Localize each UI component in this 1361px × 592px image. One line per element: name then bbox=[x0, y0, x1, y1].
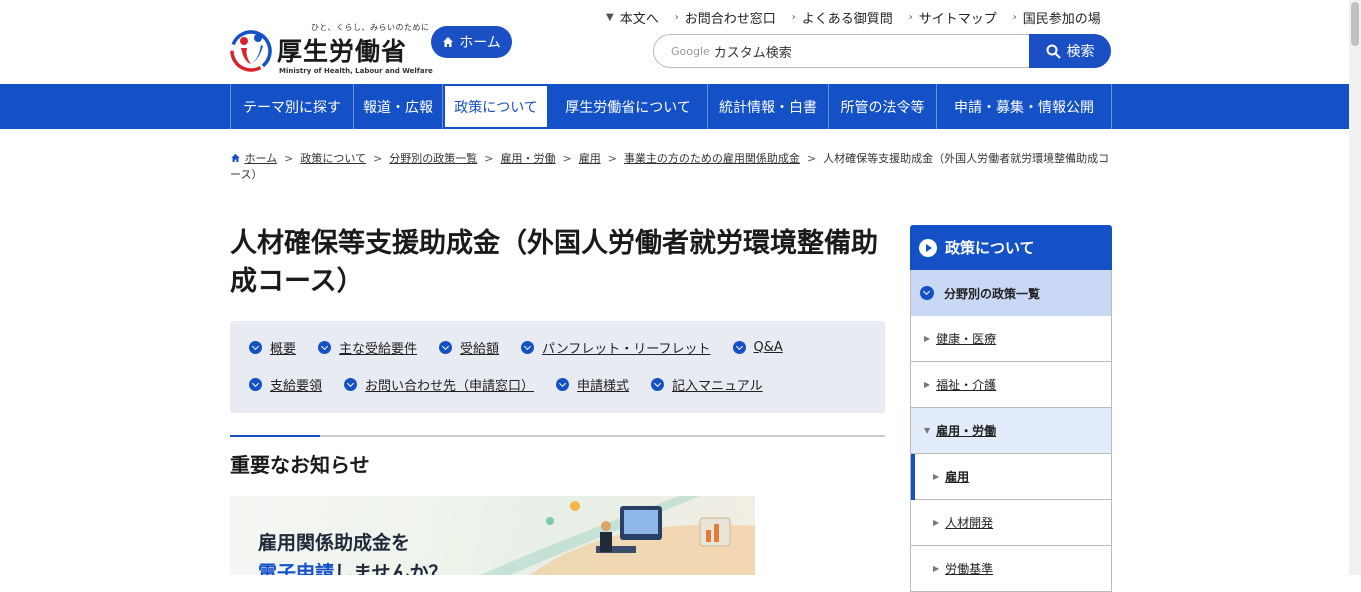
util-link-faq[interactable]: › よくある御質問 bbox=[786, 8, 893, 27]
site-logo[interactable]: ひと、くらし、みらいのために 厚生労働省 Ministry of Health,… bbox=[229, 22, 433, 77]
side-nav: 政策について 分野別の政策一覧 ▶ 健康・医療 ▶ 福祉・介護 ▼ 雇用・労働 ▶ 雇用… bbox=[910, 225, 1112, 592]
gnav-application[interactable]: 申請・募集・情報公開 bbox=[937, 84, 1112, 129]
google-label: Google bbox=[671, 44, 710, 58]
page-anchor-links: 概要 主な受給要件 受給額 パンフレット・リーフレット Q&A 支給要領 お問い… bbox=[230, 321, 885, 413]
triangle-right-icon: ▶ bbox=[933, 564, 940, 573]
triangle-right-icon: ▶ bbox=[933, 472, 940, 481]
gnav-statistics[interactable]: 統計情報・白書 bbox=[708, 84, 829, 129]
anchor-manual[interactable]: 記入マニュアル bbox=[651, 375, 763, 394]
chevron-down-icon bbox=[521, 341, 535, 354]
chevron-down-icon bbox=[920, 286, 934, 300]
triangle-right-icon: ▶ bbox=[924, 380, 931, 389]
chevron-down-icon bbox=[651, 378, 665, 391]
chevron-down-icon bbox=[344, 378, 358, 391]
search-input[interactable]: Google カスタム検索 bbox=[653, 34, 1033, 68]
gnav-theme[interactable]: テーマ別に探す bbox=[231, 84, 354, 129]
chevron-right-icon: › bbox=[908, 11, 913, 23]
chevron-right-icon: › bbox=[791, 11, 796, 23]
logo-name: 厚生労働省 bbox=[277, 37, 408, 66]
breadcrumb: ホーム > 政策について > 分野別の政策一覧 > 雇用・労働 > 雇用 > 事業主の方のための雇用… bbox=[230, 152, 1110, 181]
side-nav-item-health[interactable]: ▶ 健康・医療 bbox=[910, 316, 1112, 362]
anchor-guidelines[interactable]: 支給要領 bbox=[249, 375, 322, 394]
anchor-pamphlet[interactable]: パンフレット・リーフレット bbox=[521, 338, 711, 357]
triangle-right-icon: ▶ bbox=[924, 334, 931, 343]
breadcrumb-link-subsidies[interactable]: 事業主の方のための雇用関係助成金 bbox=[624, 152, 800, 165]
breadcrumb-link-employment-labour[interactable]: 雇用・労働 bbox=[501, 152, 556, 165]
chevron-down-icon bbox=[318, 341, 332, 354]
chevron-down-icon bbox=[732, 341, 746, 354]
page-title: 人材確保等支援助成金（外国人労働者就労環境整備助成コース） bbox=[230, 228, 878, 297]
anchor-overview[interactable]: 概要 bbox=[249, 338, 296, 357]
util-link-main-content[interactable]: ▼ 本文へ bbox=[600, 8, 659, 27]
side-nav-child-hr-development[interactable]: ▶ 人材開発 bbox=[910, 500, 1112, 546]
logo-name-en: Ministry of Health, Labour and Welfare bbox=[279, 67, 433, 75]
breadcrumb-link-employment[interactable]: 雇用 bbox=[579, 152, 601, 165]
anchor-requirements[interactable]: 主な受給要件 bbox=[318, 338, 417, 357]
section-divider bbox=[230, 435, 885, 437]
breadcrumb-link-fields[interactable]: 分野別の政策一覧 bbox=[389, 152, 477, 165]
banner-text: 雇用関係助成金を 電子申請しませんか？ bbox=[258, 532, 448, 575]
chevron-right-icon: › bbox=[674, 11, 679, 23]
home-button[interactable]: ホーム bbox=[431, 26, 512, 58]
home-icon bbox=[231, 153, 240, 163]
e-application-banner[interactable]: 雇用関係助成金を 電子申請しませんか？ bbox=[230, 496, 755, 575]
chevron-down-icon bbox=[439, 341, 453, 354]
triangle-down-icon: ▼ bbox=[924, 426, 931, 435]
search-button[interactable]: 検索 bbox=[1029, 34, 1111, 68]
util-link-contact[interactable]: › お問合わせ窓口 bbox=[669, 8, 776, 27]
chevron-down-icon: ▼ bbox=[606, 11, 614, 23]
search-button-label: 検索 bbox=[1066, 44, 1095, 60]
page-scrollbar[interactable] bbox=[1349, 0, 1361, 575]
gnav-laws[interactable]: 所管の法令等 bbox=[829, 84, 937, 129]
side-nav-item-welfare[interactable]: ▶ 福祉・介護 bbox=[910, 362, 1112, 408]
triangle-right-icon: ▶ bbox=[933, 518, 940, 527]
side-nav-child-employment[interactable]: ▶ 雇用 bbox=[910, 454, 1112, 500]
chevron-down-icon bbox=[249, 341, 262, 354]
side-nav-head[interactable]: 政策について bbox=[910, 225, 1112, 270]
scrollbar-thumb[interactable] bbox=[1351, 2, 1359, 46]
mhlw-logo-mark-icon bbox=[230, 30, 272, 72]
site-search: Google カスタム検索 検索 bbox=[653, 34, 1111, 68]
home-button-label: ホーム bbox=[459, 35, 501, 51]
chevron-right-icon: › bbox=[1012, 11, 1017, 23]
util-link-sitemap[interactable]: › サイトマップ bbox=[903, 8, 997, 27]
chevron-down-icon bbox=[556, 378, 570, 391]
gnav-press[interactable]: 報道・広報 bbox=[354, 84, 443, 129]
section-title-important-notice: 重要なお知らせ bbox=[230, 453, 370, 477]
breadcrumb-link-policy[interactable]: 政策について bbox=[300, 152, 366, 165]
chevron-down-icon bbox=[249, 378, 262, 391]
util-link-participation[interactable]: › 国民参加の場 bbox=[1007, 8, 1101, 27]
anchor-amount[interactable]: 受給額 bbox=[439, 338, 499, 357]
anchor-qa[interactable]: Q&A bbox=[732, 338, 783, 357]
gnav-about[interactable]: 厚生労働省について bbox=[549, 84, 708, 129]
anchor-forms[interactable]: 申請様式 bbox=[556, 375, 629, 394]
utility-nav: ▼ 本文へ › お問合わせ窓口 › よくある御質問 › サイトマップ › 国民参加の場 bbox=[600, 8, 1101, 27]
search-icon bbox=[1046, 44, 1061, 59]
anchor-contact[interactable]: お問い合わせ先（申請窓口） bbox=[344, 375, 534, 394]
global-nav: テーマ別に探す 報道・広報 政策について 厚生労働省について 統計情報・白書 所… bbox=[0, 84, 1361, 129]
side-nav-fields[interactable]: 分野別の政策一覧 bbox=[910, 270, 1112, 316]
arrow-right-circle-icon bbox=[919, 238, 937, 257]
breadcrumb-link-home[interactable]: ホーム bbox=[245, 152, 278, 165]
home-icon bbox=[443, 37, 454, 47]
site-header: ひと、くらし、みらいのために 厚生労働省 Ministry of Health,… bbox=[0, 0, 1361, 84]
side-nav-child-labour-standards[interactable]: ▶ 労働基準 bbox=[910, 546, 1112, 592]
gnav-policy[interactable]: 政策について bbox=[443, 84, 549, 129]
search-placeholder: カスタム検索 bbox=[713, 45, 792, 61]
side-nav-item-employment-labour[interactable]: ▼ 雇用・労働 bbox=[910, 408, 1112, 454]
